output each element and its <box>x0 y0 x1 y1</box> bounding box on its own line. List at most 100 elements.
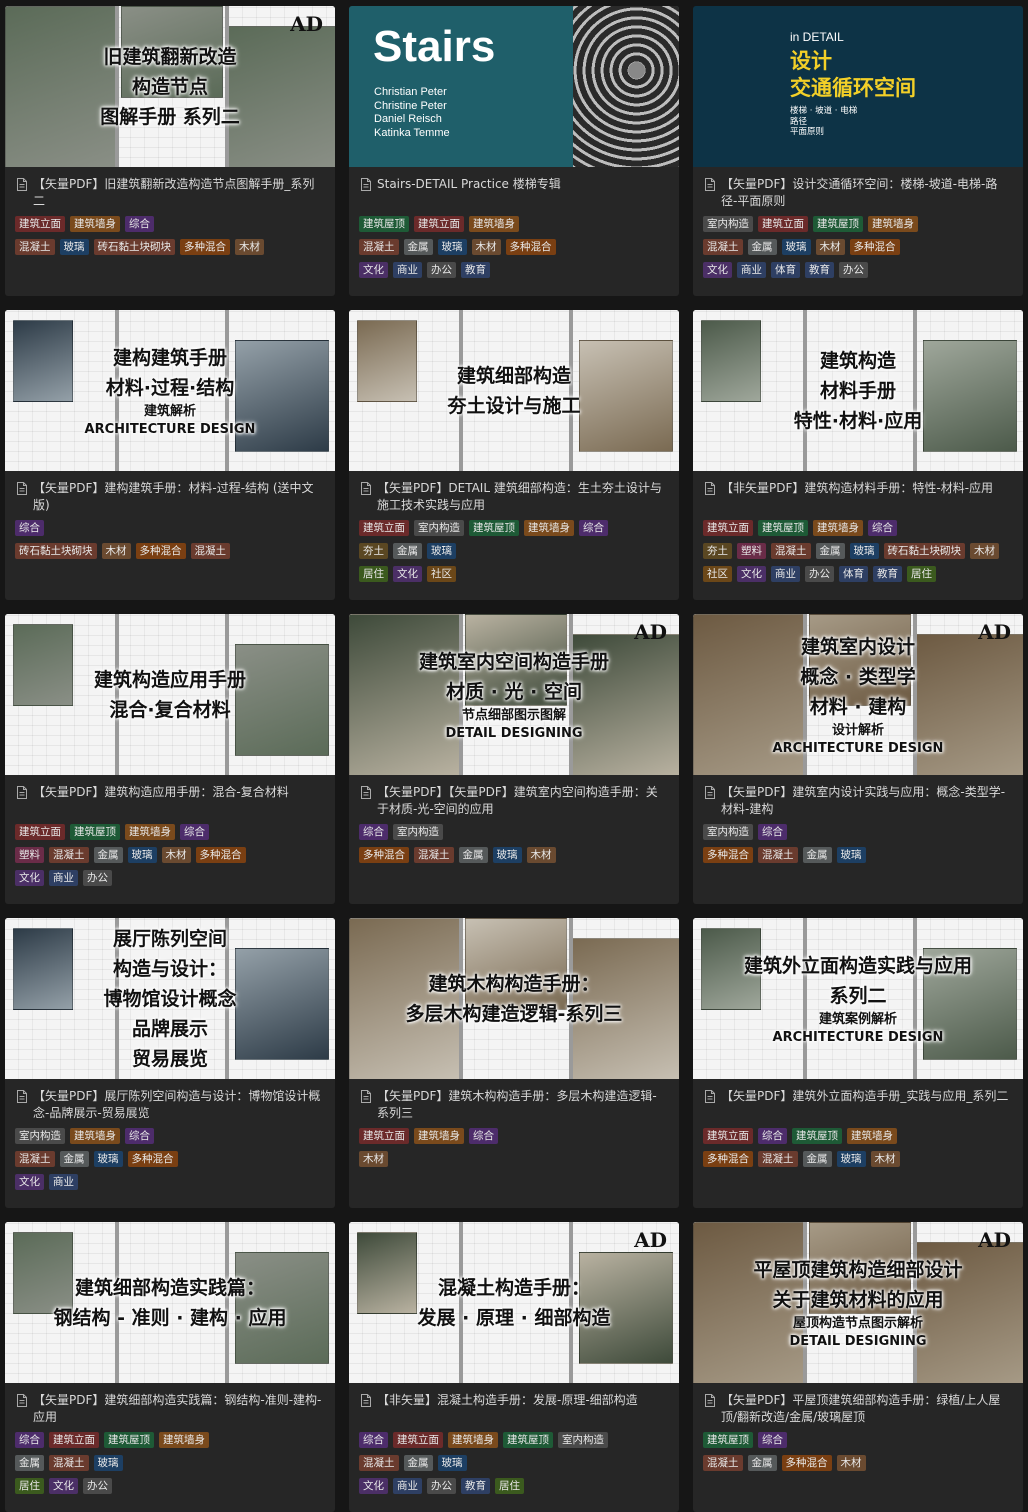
tag[interactable]: 商业 <box>771 566 800 582</box>
tag[interactable]: 夯土 <box>359 543 388 559</box>
tag[interactable]: 混凝土 <box>359 239 399 255</box>
tag[interactable]: 玻璃 <box>781 239 811 255</box>
tag[interactable]: 混凝土 <box>414 847 454 863</box>
card-title[interactable]: 【矢量PDF】建筑构造应用手册：混合-复合材料 <box>33 784 289 822</box>
tag[interactable]: 金属 <box>747 239 777 255</box>
tag[interactable]: 多种混合 <box>781 1455 832 1471</box>
tag[interactable]: 金属 <box>802 847 832 863</box>
cover-thumbnail[interactable]: Stairs Christian Peter Christine Peter Da… <box>349 6 679 167</box>
tag[interactable]: 混凝土 <box>758 847 798 863</box>
card-title-row[interactable]: Stairs-DETAIL Practice 楼梯专辑 <box>349 167 679 214</box>
tag[interactable]: 教育 <box>461 1478 490 1494</box>
card-title-row[interactable]: 【矢量PDF】建筑细部构造实践篇：钢结构-准则-建构-应用 <box>5 1383 335 1430</box>
tag[interactable]: 建筑屋顶 <box>758 520 808 536</box>
resource-card[interactable]: AD 混凝土构造手册： 发展 · 原理 · 细部构造 【非矢量】混凝土构造手册：发展-… <box>349 1222 679 1512</box>
tag[interactable]: 多种混合 <box>180 239 230 255</box>
card-title-row[interactable]: 【矢量PDF】建构建筑手册：材料-过程-结构 (送中文版) <box>5 471 335 518</box>
tag[interactable]: 办公 <box>83 1478 112 1494</box>
resource-card[interactable]: 建筑构造 材料手册 特性·材料·应用 【非矢量PDF】建筑构造材料手册：特性-材料-应… <box>693 310 1023 600</box>
tag[interactable]: 文化 <box>703 262 732 278</box>
tag[interactable]: 综合 <box>868 520 897 536</box>
tag[interactable]: 木材 <box>815 239 845 255</box>
tag[interactable]: 多种混合 <box>505 239 556 255</box>
card-title-row[interactable]: 【矢量PDF】建筑构造应用手册：混合-复合材料 <box>5 775 335 822</box>
cover-thumbnail[interactable]: AD 建筑室内空间构造手册 材质 · 光 · 空间 节点细部图示图解 DETAIL DE… <box>349 614 679 775</box>
tag[interactable]: 玻璃 <box>59 239 89 255</box>
resource-card[interactable]: 建筑外立面构造实践与应用 系列二 建筑案例解析 ARCHITECTURE DESIGN… <box>693 918 1023 1208</box>
tag[interactable]: 玻璃 <box>836 847 866 863</box>
cover-thumbnail[interactable]: 建筑木构构造手册： 多层木构建造逻辑-系列三 <box>349 918 679 1079</box>
card-title-row[interactable]: 【矢量PDF】建筑室内设计实践与应用：概念-类型学-材料-建构 <box>693 775 1023 822</box>
tag[interactable]: 金属 <box>403 239 433 255</box>
tag[interactable]: 混凝土 <box>703 1455 743 1471</box>
tag[interactable]: 建筑墙身 <box>868 216 918 232</box>
tag[interactable]: 塑料 <box>737 543 766 559</box>
tag[interactable]: 综合 <box>125 1128 154 1144</box>
tag[interactable]: 建筑屋顶 <box>70 824 120 840</box>
tag[interactable]: 混凝土 <box>49 1455 89 1471</box>
tag[interactable]: 金属 <box>59 1151 89 1167</box>
tag[interactable]: 建筑立面 <box>414 216 464 232</box>
resource-card[interactable]: in DETAIL 设计 交通循环空间 楼梯 · 坡道 · 电梯 路径 平面原则 【矢… <box>693 6 1023 296</box>
tag[interactable]: 商业 <box>49 870 78 886</box>
tag[interactable]: 居住 <box>495 1478 524 1494</box>
card-title-row[interactable]: 【矢量PDF】DETAIL 建筑细部构造：生土夯土设计与施工技术实践与应用 <box>349 471 679 518</box>
tag[interactable]: 木材 <box>836 1455 866 1471</box>
tag[interactable]: 教育 <box>873 566 902 582</box>
tag[interactable]: 社区 <box>427 566 456 582</box>
tag[interactable]: 建筑墙身 <box>813 520 863 536</box>
tag[interactable]: 教育 <box>461 262 490 278</box>
tag[interactable]: 建筑屋顶 <box>792 1128 842 1144</box>
tag[interactable]: 建筑屋顶 <box>359 216 409 232</box>
cover-thumbnail[interactable]: AD 平屋顶建筑构造细部设计 关于建筑材料的应用 屋顶构造节点图示解析 DETAIL D… <box>693 1222 1023 1383</box>
cover-thumbnail[interactable]: 建筑外立面构造实践与应用 系列二 建筑案例解析 ARCHITECTURE DESIGN <box>693 918 1023 1079</box>
resource-card[interactable]: 建构建筑手册 材料·过程·结构 建筑解析 ARCHITECTURE DESIGN 【矢量… <box>5 310 335 600</box>
tag[interactable]: 建筑墙身 <box>70 216 120 232</box>
tag[interactable]: 混凝土 <box>49 847 89 863</box>
tag[interactable]: 多种混合 <box>195 847 246 863</box>
tag[interactable]: 办公 <box>83 870 112 886</box>
tag[interactable]: 玻璃 <box>492 847 522 863</box>
cover-thumbnail[interactable]: 建构建筑手册 材料·过程·结构 建筑解析 ARCHITECTURE DESIGN <box>5 310 335 471</box>
card-title[interactable]: 【矢量PDF】建筑室内设计实践与应用：概念-类型学-材料-建构 <box>721 784 1011 822</box>
tag[interactable]: 金属 <box>802 1151 832 1167</box>
tag[interactable]: 商业 <box>393 262 422 278</box>
tag[interactable]: 教育 <box>805 262 834 278</box>
tag[interactable]: 综合 <box>758 1128 787 1144</box>
resource-card[interactable]: AD 平屋顶建筑构造细部设计 关于建筑材料的应用 屋顶构造节点图示解析 DETAIL D… <box>693 1222 1023 1512</box>
tag[interactable]: 建筑墙身 <box>524 520 574 536</box>
tag[interactable]: 室内构造 <box>393 824 443 840</box>
tag[interactable]: 混凝土 <box>15 1151 55 1167</box>
tag[interactable]: 混凝土 <box>771 543 811 559</box>
tag[interactable]: 金属 <box>393 543 422 559</box>
card-title[interactable]: 【非矢量】混凝土构造手册：发展-原理-细部构造 <box>377 1392 638 1430</box>
tag[interactable]: 综合 <box>15 1432 44 1448</box>
tag[interactable]: 建筑屋顶 <box>104 1432 154 1448</box>
tag[interactable]: 建筑立面 <box>15 824 65 840</box>
resource-card[interactable]: AD 建筑室内设计 概念 · 类型学 材料 · 建构 设计解析 ARCHITECTURE … <box>693 614 1023 904</box>
card-title[interactable]: 【矢量PDF】建构建筑手册：材料-过程-结构 (送中文版) <box>33 480 323 518</box>
tag[interactable]: 建筑立面 <box>393 1432 443 1448</box>
tag[interactable]: 玻璃 <box>437 1455 467 1471</box>
tag[interactable]: 建筑墙身 <box>469 216 519 232</box>
card-title[interactable]: Stairs-DETAIL Practice 楼梯专辑 <box>377 176 561 214</box>
tag[interactable]: 文化 <box>15 870 44 886</box>
card-title-row[interactable]: 【矢量PDF】展厅陈列空间构造与设计：博物馆设计概念-品牌展示-贸易展览 <box>5 1079 335 1126</box>
tag[interactable]: 混凝土 <box>758 1151 798 1167</box>
tag[interactable]: 多种混合 <box>135 543 186 559</box>
tag[interactable]: 木材 <box>235 239 264 255</box>
card-title-row[interactable]: 【矢量PDF】设计交通循环空间：楼梯-坡道-电梯-路径-平面原则 <box>693 167 1023 214</box>
tag[interactable]: 建筑立面 <box>49 1432 99 1448</box>
resource-card[interactable]: AD 建筑室内空间构造手册 材质 · 光 · 空间 节点细部图示图解 DETAIL DE… <box>349 614 679 904</box>
tag[interactable]: 建筑墙身 <box>448 1432 498 1448</box>
tag[interactable]: 综合 <box>180 824 209 840</box>
tag[interactable]: 砖石黏土块砌块 <box>883 543 965 559</box>
card-title[interactable]: 【非矢量PDF】建筑构造材料手册：特性-材料-应用 <box>721 480 993 518</box>
tag[interactable]: 砖石黏土块砌块 <box>93 239 175 255</box>
resource-card[interactable]: Stairs Christian Peter Christine Peter Da… <box>349 6 679 296</box>
tag[interactable]: 多种混合 <box>849 239 900 255</box>
tag[interactable]: 多种混合 <box>359 847 409 863</box>
tag[interactable]: 办公 <box>427 262 456 278</box>
card-title[interactable]: 【矢量PDF】建筑外立面构造手册_实践与应用_系列二 <box>721 1088 1008 1126</box>
resource-card[interactable]: 建筑细部构造实践篇： 钢结构 - 准则 · 建构 · 应用 【矢量PDF】建筑细部构… <box>5 1222 335 1512</box>
